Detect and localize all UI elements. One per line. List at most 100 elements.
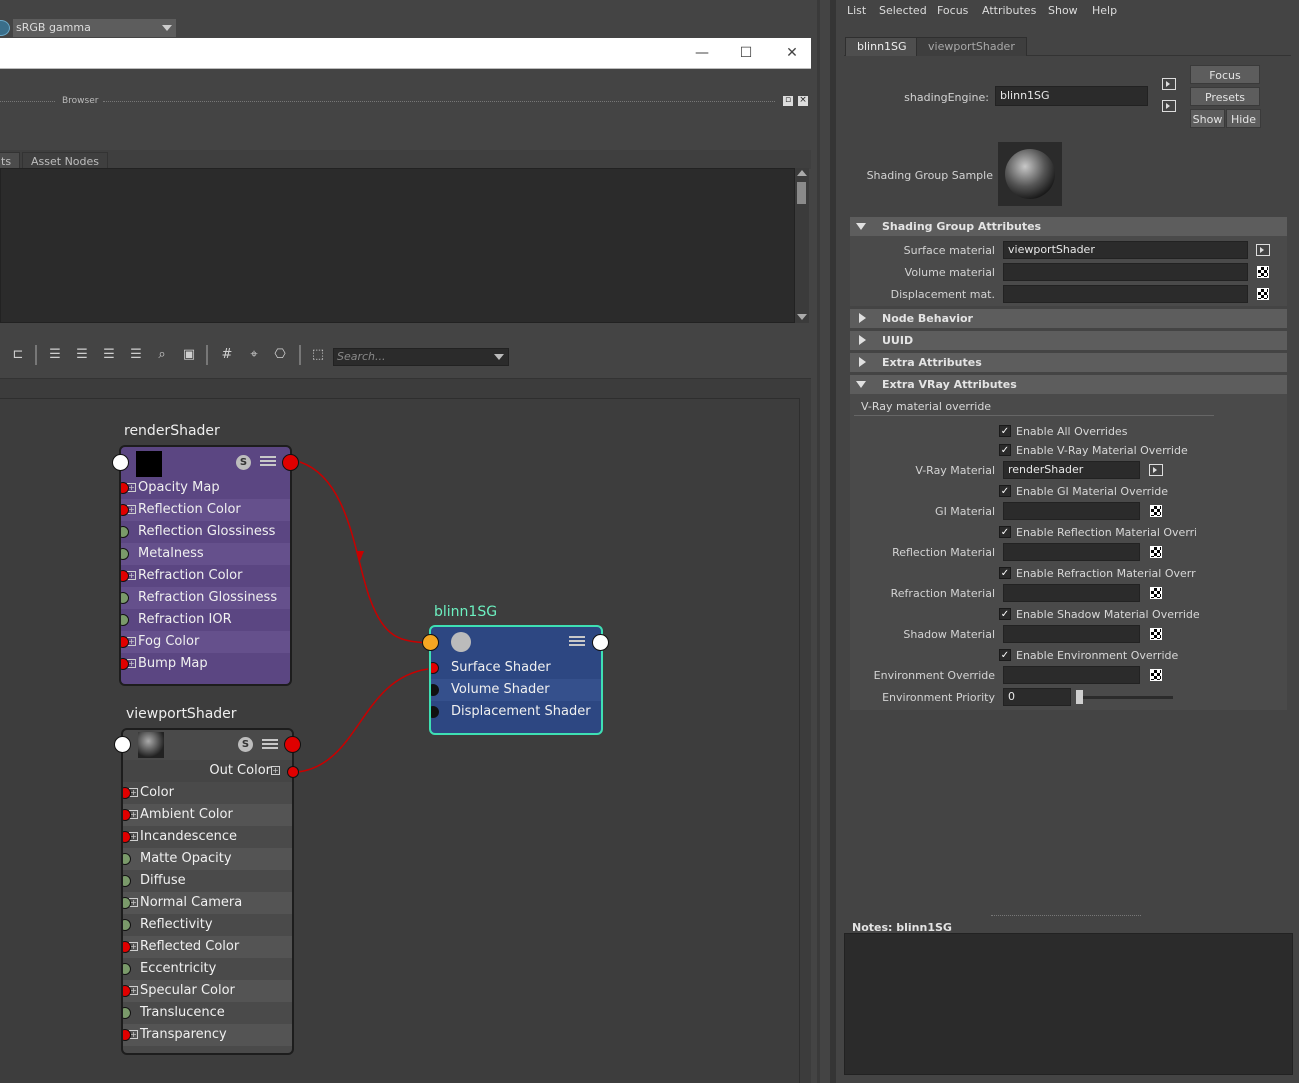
attribute-menu-icon[interactable] bbox=[260, 454, 276, 468]
input-port[interactable] bbox=[121, 548, 129, 560]
attribute-row[interactable]: + Specular Color bbox=[123, 980, 292, 1002]
menu-attributes[interactable]: Attributes bbox=[982, 4, 1036, 17]
gamma-dropdown[interactable]: sRGB gamma bbox=[13, 19, 176, 37]
attribute-row[interactable]: Volume Shader bbox=[431, 679, 601, 701]
render-shader-node[interactable]: S +Opacity Map+Reflection Color+Reflecti… bbox=[119, 445, 292, 686]
enable-refraction-override-checkbox[interactable]: ✓ bbox=[999, 567, 1011, 579]
chevron-down-icon[interactable] bbox=[494, 354, 504, 360]
section-extra-attributes[interactable]: Extra Attributes bbox=[850, 353, 1287, 372]
input-port[interactable] bbox=[123, 897, 131, 909]
section-uuid[interactable]: UUID bbox=[850, 331, 1287, 350]
shader-badge-icon[interactable]: S bbox=[238, 737, 253, 752]
attribute-menu-icon[interactable] bbox=[262, 737, 278, 751]
environment-override-field[interactable] bbox=[1003, 666, 1140, 684]
search-icon[interactable]: ⌕ bbox=[154, 348, 170, 362]
blinn-shading-group-node[interactable]: Surface Shader Volume Shader Displacement … bbox=[429, 625, 603, 735]
focus-button[interactable]: Focus bbox=[1190, 65, 1260, 84]
map-button-icon[interactable] bbox=[1150, 628, 1162, 640]
input-port[interactable] bbox=[121, 570, 129, 582]
notes-drag-handle[interactable] bbox=[991, 915, 1141, 916]
input-port[interactable] bbox=[121, 614, 129, 626]
enable-environment-override-checkbox[interactable]: ✓ bbox=[999, 649, 1011, 661]
attribute-row[interactable]: Displacement Shader bbox=[431, 701, 601, 723]
grid-icon[interactable]: # bbox=[219, 348, 235, 362]
enable-all-overrides-checkbox[interactable]: ✓ bbox=[999, 425, 1011, 437]
input-port[interactable] bbox=[112, 454, 129, 471]
map-button-icon[interactable] bbox=[1150, 505, 1162, 517]
shading-engine-field[interactable]: blinn1SG bbox=[995, 86, 1148, 106]
pin-icon[interactable]: ⎔ bbox=[272, 348, 288, 362]
vertical-scrollbar[interactable] bbox=[795, 168, 809, 323]
attribute-row[interactable]: + Transparency bbox=[123, 1024, 292, 1046]
map-button-icon[interactable] bbox=[1150, 669, 1162, 681]
priority-slider-handle[interactable] bbox=[1076, 690, 1083, 704]
simple-mode-icon[interactable]: ☰ bbox=[47, 348, 63, 362]
enable-shadow-override-checkbox[interactable]: ✓ bbox=[999, 608, 1011, 620]
input-port[interactable] bbox=[123, 1007, 131, 1019]
show-button[interactable]: Show bbox=[1190, 109, 1225, 128]
attribute-row[interactable]: +Reflectivity bbox=[123, 914, 292, 936]
menu-help[interactable]: Help bbox=[1092, 4, 1117, 17]
input-port[interactable] bbox=[121, 658, 129, 670]
attribute-row[interactable]: +Metalness bbox=[121, 543, 290, 565]
tab-partial[interactable]: ts bbox=[0, 152, 21, 169]
viewport-shader-node[interactable]: S Out Color+ + Color + Ambient Color + Incand… bbox=[121, 728, 294, 1055]
environment-priority-field[interactable]: 0 bbox=[1003, 688, 1071, 706]
hide-button[interactable]: Hide bbox=[1226, 109, 1261, 128]
maximize-button[interactable]: ☐ bbox=[723, 38, 769, 69]
close-button[interactable]: ✕ bbox=[769, 38, 815, 69]
attribute-row[interactable]: +Reflection Glossiness bbox=[121, 521, 290, 543]
drag-handle[interactable] bbox=[103, 101, 775, 102]
tab-asset-nodes[interactable]: Asset Nodes bbox=[22, 152, 109, 169]
menu-list[interactable]: List bbox=[847, 4, 866, 17]
priority-slider-track[interactable] bbox=[1076, 696, 1173, 699]
vray-material-field[interactable]: renderShader bbox=[1003, 461, 1140, 479]
input-port[interactable] bbox=[121, 504, 129, 516]
scroll-down-icon[interactable] bbox=[797, 314, 807, 320]
minimize-button[interactable]: — bbox=[679, 38, 725, 69]
expand-icon[interactable]: + bbox=[271, 766, 280, 775]
attribute-menu-icon[interactable] bbox=[569, 634, 585, 648]
input-port[interactable] bbox=[422, 634, 439, 651]
enable-reflection-override-checkbox[interactable]: ✓ bbox=[999, 526, 1011, 538]
node-header[interactable]: S bbox=[121, 447, 290, 477]
gi-material-field[interactable] bbox=[1003, 502, 1140, 520]
enable-gi-override-checkbox[interactable]: ✓ bbox=[999, 485, 1011, 497]
attribute-row[interactable]: +Diffuse bbox=[123, 870, 292, 892]
attribute-row[interactable]: + Normal Camera bbox=[123, 892, 292, 914]
enable-vray-override-checkbox[interactable]: ✓ bbox=[999, 444, 1011, 456]
attribute-row[interactable]: Surface Shader bbox=[431, 657, 601, 679]
input-port[interactable] bbox=[431, 662, 439, 674]
scroll-thumb[interactable] bbox=[797, 182, 806, 204]
input-port[interactable] bbox=[114, 736, 131, 753]
shader-badge-icon[interactable]: S bbox=[236, 455, 251, 470]
input-port[interactable] bbox=[123, 853, 131, 865]
node-header[interactable] bbox=[431, 627, 601, 657]
notes-textarea[interactable] bbox=[844, 933, 1293, 1075]
swatch-icon[interactable]: ⬚ bbox=[310, 348, 326, 362]
volume-material-field[interactable] bbox=[1003, 263, 1248, 281]
attribute-row[interactable]: + Bump Map bbox=[121, 653, 290, 675]
map-button-icon[interactable] bbox=[1150, 546, 1162, 558]
tab-blinn1sg[interactable]: blinn1SG bbox=[845, 37, 919, 56]
output-port[interactable] bbox=[282, 454, 299, 471]
scroll-up-icon[interactable] bbox=[797, 170, 807, 176]
attribute-row[interactable]: + Ambient Color bbox=[123, 804, 292, 826]
input-port[interactable] bbox=[123, 919, 131, 931]
browser-content[interactable] bbox=[0, 168, 795, 323]
input-port[interactable] bbox=[123, 985, 131, 997]
node-graph[interactable]: renderShader S + Opacity Map + Reflection C… bbox=[0, 378, 811, 1083]
section-node-behavior[interactable]: Node Behavior bbox=[850, 309, 1287, 328]
input-port[interactable] bbox=[123, 831, 131, 843]
attribute-row[interactable]: +Eccentricity bbox=[123, 958, 292, 980]
input-port[interactable] bbox=[121, 592, 129, 604]
section-shading-group-attributes[interactable]: Shading Group Attributes bbox=[850, 217, 1287, 236]
node-header[interactable]: S bbox=[123, 730, 292, 760]
menu-show[interactable]: Show bbox=[1048, 4, 1078, 17]
input-port[interactable] bbox=[123, 963, 131, 975]
attribute-row[interactable]: + Reflection Color bbox=[121, 499, 290, 521]
float-panel-icon[interactable]: ▫ bbox=[783, 96, 793, 106]
output-connection-icon[interactable] bbox=[1162, 100, 1176, 112]
input-port[interactable] bbox=[121, 526, 129, 538]
input-port[interactable] bbox=[123, 941, 131, 953]
